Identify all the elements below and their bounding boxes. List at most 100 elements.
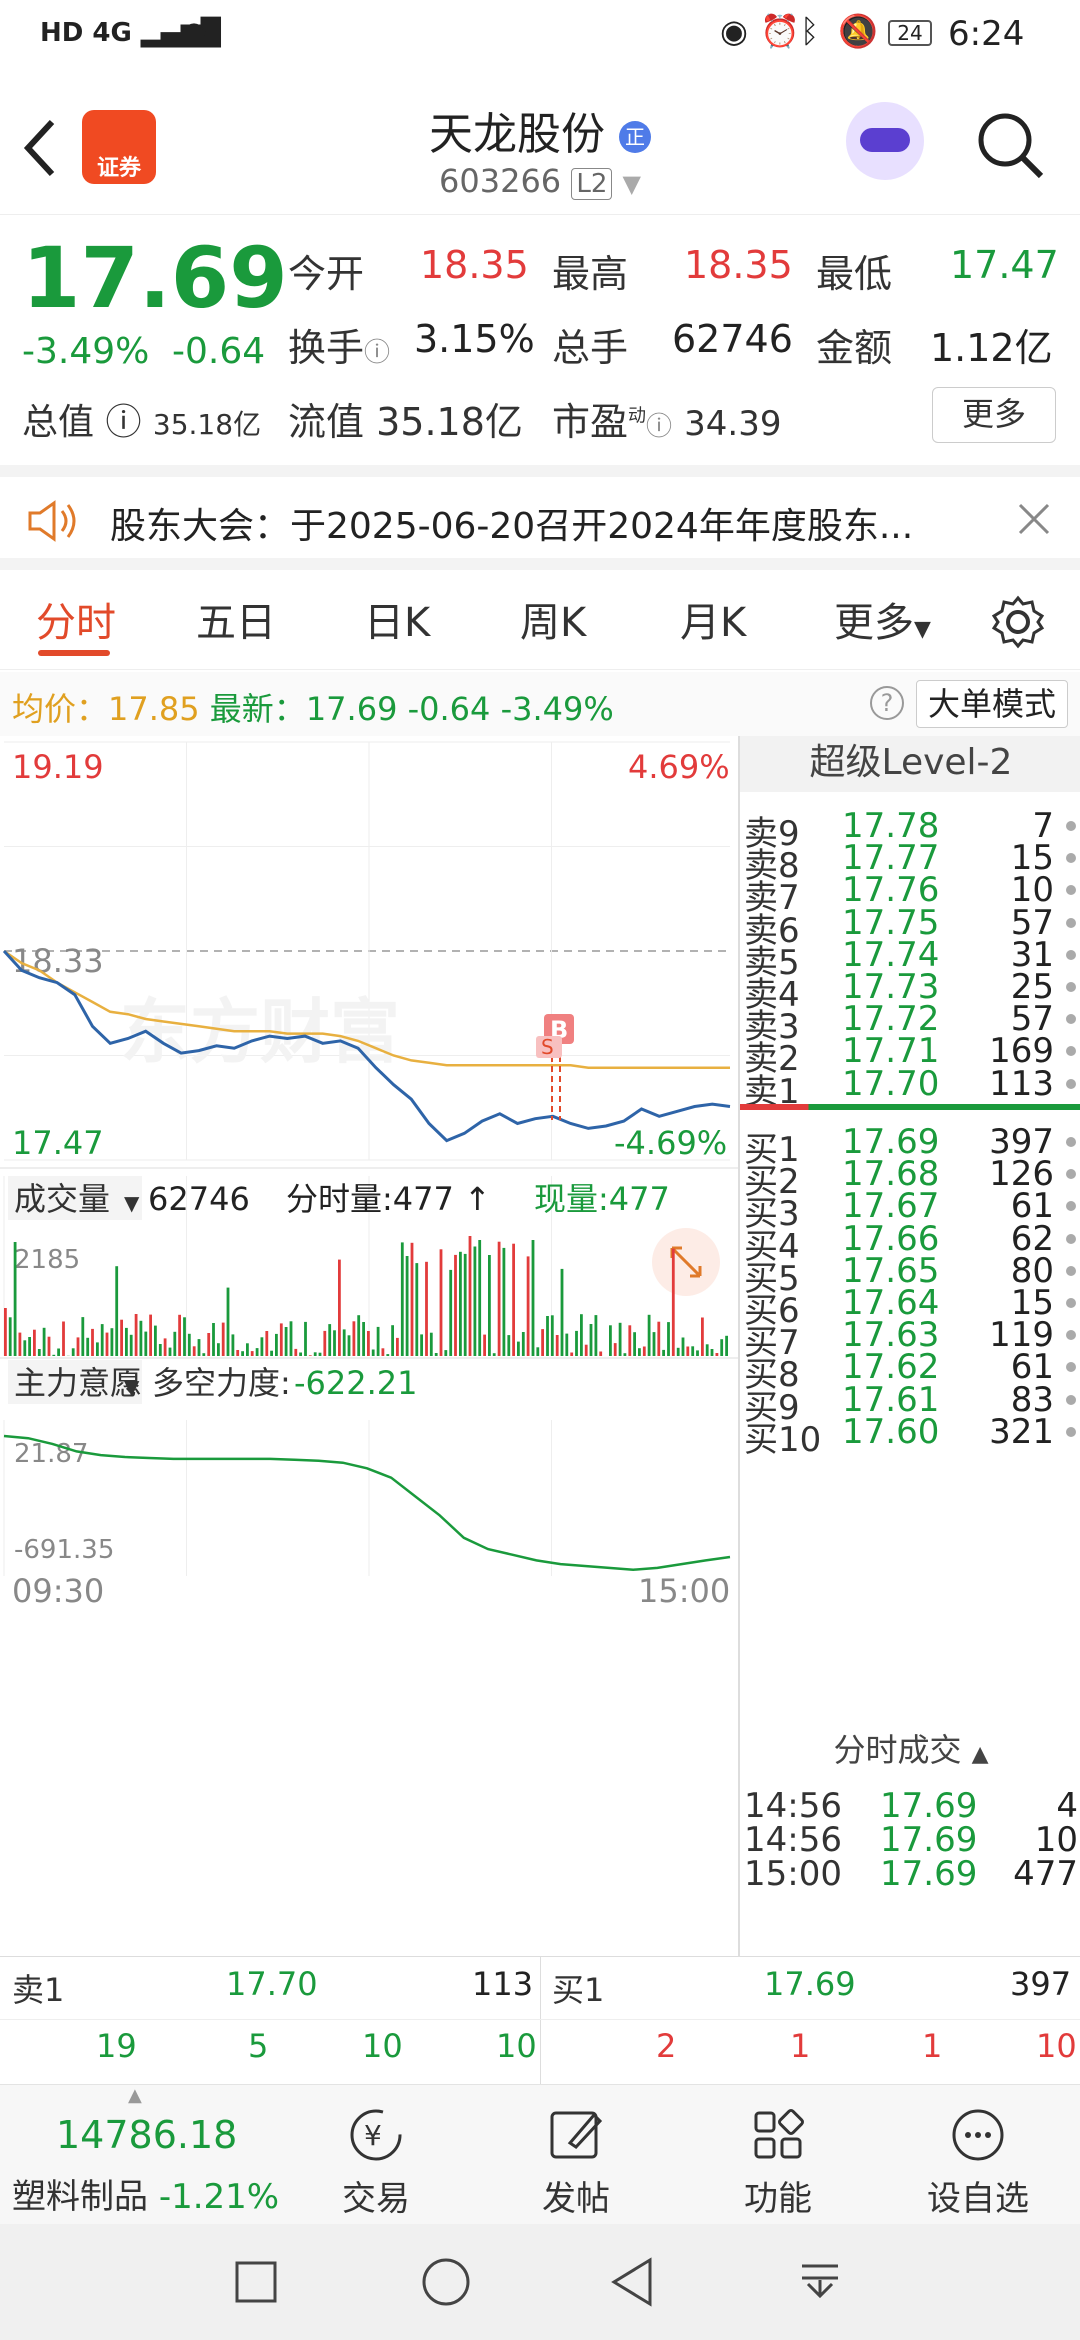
level2-panel[interactable]: 超级Level-2 卖9 17.78 7 卖8 17.77 15 卖7 17.76 10 卖6 17… bbox=[738, 736, 1080, 1956]
quote-panel: 17.69 -3.49% -0.64 总值 ⓘ 35.18亿 今开 18.35 … bbox=[0, 215, 1080, 465]
active-tab-indicator bbox=[38, 650, 110, 656]
volume-bar bbox=[18, 1332, 22, 1356]
volume-bar bbox=[207, 1333, 211, 1356]
volume-bar bbox=[304, 1321, 307, 1356]
volume-bar bbox=[705, 1344, 709, 1356]
caret-up-icon: ▲ bbox=[971, 1742, 989, 1767]
sector-index[interactable]: 塑料制品 -1.21% bbox=[12, 2169, 279, 2218]
broker-app-logo[interactable]: 证券 bbox=[82, 110, 156, 184]
more-button[interactable]: 更多 bbox=[932, 387, 1056, 443]
trade-button[interactable]: ¥ 交易 bbox=[296, 2103, 456, 2220]
volume-bar bbox=[328, 1324, 332, 1356]
low-value: 17.47 bbox=[950, 243, 1059, 287]
function-button[interactable]: 功能 bbox=[698, 2103, 858, 2220]
bid-row[interactable]: 买10 17.60 321 bbox=[740, 1408, 1080, 1460]
tab-five-day[interactable]: 五日 bbox=[196, 590, 276, 648]
help-icon[interactable]: ? bbox=[870, 686, 904, 720]
current-volume: 现量:477 bbox=[534, 1180, 670, 1218]
volume-bar bbox=[396, 1337, 399, 1356]
open-label: 今开 bbox=[288, 252, 365, 296]
volume-bar bbox=[284, 1327, 288, 1356]
volume-bar bbox=[517, 1341, 520, 1356]
volume-bar bbox=[696, 1350, 699, 1356]
volume-bar bbox=[463, 1253, 467, 1356]
intraday-chart[interactable]: 东方财富 19.19 4.69% 18.33 17.47 -4.69% B S … bbox=[0, 736, 738, 1956]
dot-icon bbox=[1066, 1169, 1076, 1180]
volume-bar bbox=[701, 1317, 704, 1356]
volume-bar bbox=[125, 1327, 128, 1356]
tick-time: 15:00 bbox=[744, 1854, 842, 1894]
volume-bar bbox=[609, 1325, 612, 1356]
add-watchlist-button[interactable]: 设自选 bbox=[898, 2103, 1058, 2220]
volume-bar bbox=[323, 1330, 327, 1356]
dot-icon bbox=[1066, 821, 1076, 831]
robot-avatar[interactable] bbox=[846, 102, 924, 180]
volume-bar bbox=[183, 1317, 186, 1356]
volume-bar bbox=[105, 1332, 109, 1356]
volume-bar bbox=[178, 1314, 181, 1356]
search-icon[interactable] bbox=[975, 110, 1047, 182]
fund-bottom-label: -691.35 bbox=[14, 1535, 114, 1565]
big-order-mode-button[interactable]: 大单模式 bbox=[916, 680, 1068, 728]
post-button[interactable]: 发帖 bbox=[496, 2103, 656, 2220]
volume-bar bbox=[318, 1352, 322, 1356]
volume-bar bbox=[134, 1314, 138, 1356]
volume-total: 62746 bbox=[148, 1180, 250, 1218]
dot-icon bbox=[1066, 949, 1076, 960]
tick-volume: 477 bbox=[1013, 1854, 1078, 1894]
tab-more[interactable]: 更多▼ bbox=[834, 590, 931, 648]
volume-bar bbox=[96, 1342, 99, 1356]
svg-text:成交量: 成交量 bbox=[14, 1180, 110, 1218]
tab-daily-k[interactable]: 日K bbox=[364, 590, 430, 648]
volume-bar bbox=[589, 1324, 593, 1356]
volume-bar bbox=[599, 1351, 603, 1356]
ask-row[interactable]: 卖1 17.70 113 bbox=[740, 1060, 1080, 1112]
back-icon[interactable] bbox=[608, 2256, 656, 2308]
stock-header: 证券 天龙股份 正 603266 L2 ▼ bbox=[0, 80, 1080, 215]
volume-bar bbox=[42, 1327, 46, 1356]
trade-marker: B S bbox=[536, 1014, 574, 1120]
volume-bar bbox=[8, 1317, 12, 1356]
ticks-title[interactable]: 分时成交 ▲ bbox=[740, 1724, 1080, 1780]
home-icon[interactable] bbox=[420, 2256, 472, 2308]
ask-volume: 113 bbox=[989, 1063, 1054, 1104]
edit-icon bbox=[550, 2111, 603, 2159]
tab-intraday[interactable]: 分时 bbox=[36, 590, 116, 648]
collapse-icon[interactable] bbox=[798, 2260, 842, 2304]
volume-bar bbox=[71, 1348, 75, 1356]
grid-icon bbox=[754, 2109, 804, 2159]
close-icon[interactable] bbox=[1016, 501, 1052, 537]
volume-bar bbox=[376, 1326, 380, 1356]
last-price: 17.69 bbox=[22, 229, 288, 327]
bid-queue-1: 2 bbox=[656, 2027, 677, 2065]
time-end: 15:00 bbox=[638, 1572, 730, 1610]
clock: 6:24 bbox=[948, 14, 1025, 54]
bid-volume: 321 bbox=[989, 1411, 1054, 1452]
ask-queue-3: 10 bbox=[362, 2027, 403, 2065]
volume-bar bbox=[662, 1349, 665, 1356]
volume-bar bbox=[550, 1315, 554, 1356]
volume-bar bbox=[129, 1334, 133, 1356]
volume-bar bbox=[405, 1256, 409, 1356]
dot-icon bbox=[1066, 1014, 1076, 1025]
sector-index-value[interactable]: 14786.18 bbox=[56, 2113, 237, 2157]
fund-label: 多空力度: bbox=[152, 1364, 291, 1402]
volume-bar bbox=[710, 1349, 714, 1356]
dot-icon bbox=[1066, 1298, 1076, 1308]
gear-icon[interactable] bbox=[990, 594, 1046, 650]
recents-icon[interactable] bbox=[234, 2260, 278, 2304]
volume-bar bbox=[444, 1350, 448, 1356]
turnover-value: 3.15% bbox=[414, 317, 535, 361]
stock-code-line[interactable]: 603266 L2 ▼ bbox=[300, 162, 780, 200]
caret-down-icon: ▼ bbox=[622, 170, 641, 198]
volume-bar bbox=[478, 1240, 482, 1356]
bid1-volume: 397 bbox=[1010, 1965, 1072, 2003]
page-title: 天龙股份 正 bbox=[300, 98, 780, 162]
chevron-left-icon[interactable] bbox=[20, 118, 60, 178]
tab-weekly-k[interactable]: 周K bbox=[520, 590, 586, 648]
tab-monthly-k[interactable]: 月K bbox=[680, 590, 746, 648]
volume-bar bbox=[313, 1352, 317, 1356]
volume-bar bbox=[671, 1248, 675, 1356]
dot-icon bbox=[1066, 1078, 1076, 1089]
notice-bar[interactable]: 股东大会：于2025-06-20召开2024年年度股东... bbox=[0, 465, 1080, 570]
